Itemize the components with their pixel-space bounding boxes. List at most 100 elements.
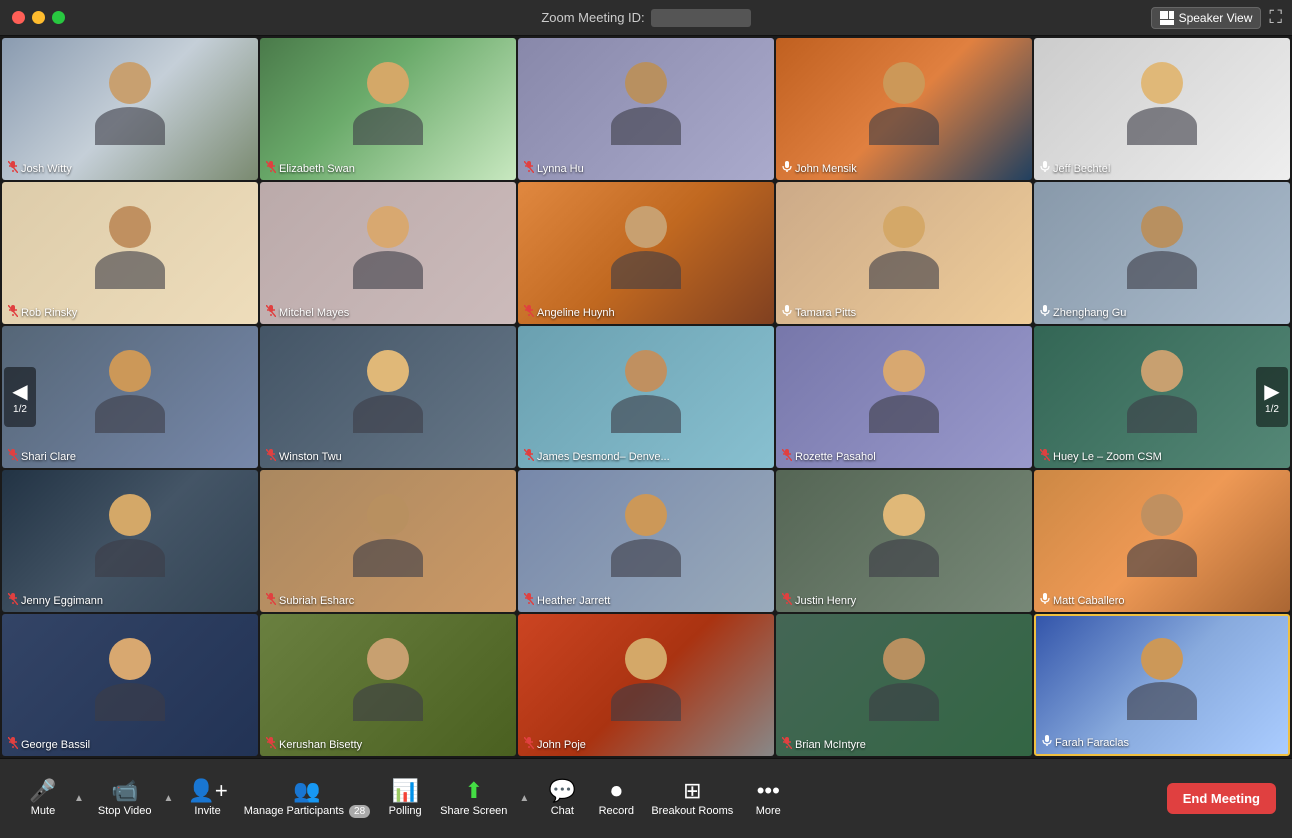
manage-participants-label: Manage Participants 28 [244, 805, 370, 817]
share-screen-button[interactable]: ⬆ Share Screen [432, 774, 515, 823]
mic-icon-25 [1042, 735, 1052, 750]
mic-icon-1 [8, 161, 18, 176]
silhouette-5 [1034, 38, 1290, 180]
record-label: Record [599, 805, 634, 817]
participant-tile-21[interactable]: George Bassil [2, 614, 258, 756]
polling-button[interactable]: 📊 Polling [378, 774, 432, 823]
video-grid: ◀ 1/2 ▶ 1/2 Josh WittyElizabeth SwanLynn… [0, 36, 1292, 758]
participant-tile-9[interactable]: Tamara Pitts [776, 182, 1032, 324]
participant-tile-11[interactable]: Shari Clare [2, 326, 258, 468]
mic-icon-20 [1040, 593, 1050, 608]
silhouette-20 [1034, 470, 1290, 612]
participant-tile-1[interactable]: Josh Witty [2, 38, 258, 180]
titlebar: Zoom Meeting ID: Speaker View ⛶ [0, 0, 1292, 36]
participant-tile-4[interactable]: John Mensik [776, 38, 1032, 180]
silhouette-23 [518, 614, 774, 756]
participant-tile-22[interactable]: Kerushan Bisetty [260, 614, 516, 756]
participant-tile-25[interactable]: Farah Faraclas [1034, 614, 1290, 756]
share-screen-group: ⬆ Share Screen ▲ [432, 774, 531, 823]
mute-caret[interactable]: ▲ [72, 787, 86, 810]
participant-tile-7[interactable]: Mitchel Mayes [260, 182, 516, 324]
chat-button[interactable]: 💬 Chat [535, 774, 589, 823]
participant-tile-14[interactable]: Rozette Pasahol [776, 326, 1032, 468]
participant-name-9: Tamara Pitts [782, 305, 856, 320]
next-page-button[interactable]: ▶ 1/2 [1256, 367, 1288, 427]
participant-name-24: Brian McIntyre [782, 737, 866, 752]
speaker-view-button[interactable]: Speaker View [1151, 7, 1262, 29]
silhouette-25 [1036, 616, 1288, 754]
stop-video-group: 📹 Stop Video ▲ [90, 774, 176, 823]
stop-video-label: Stop Video [98, 805, 152, 817]
mute-icon: 🎤 [29, 780, 56, 802]
more-button[interactable]: ••• More [741, 774, 795, 823]
record-button[interactable]: ⏺ Record [589, 774, 643, 823]
participant-tile-19[interactable]: Justin Henry [776, 470, 1032, 612]
mute-button[interactable]: 🎤 Mute [16, 774, 70, 823]
minimize-button[interactable] [32, 11, 45, 24]
participant-tile-8[interactable]: Angeline Huynh [518, 182, 774, 324]
participant-tile-18[interactable]: Heather Jarrett [518, 470, 774, 612]
breakout-rooms-label: Breakout Rooms [651, 805, 733, 817]
mute-label: Mute [31, 805, 55, 817]
silhouette-14 [776, 326, 1032, 468]
participant-tile-17[interactable]: Subriah Esharc [260, 470, 516, 612]
participant-name-20: Matt Caballero [1040, 593, 1125, 608]
participant-tile-20[interactable]: Matt Caballero [1034, 470, 1290, 612]
end-meeting-label: End Meeting [1183, 791, 1260, 806]
breakout-rooms-button[interactable]: ⊞ Breakout Rooms [643, 774, 741, 823]
mic-icon-5 [1040, 161, 1050, 176]
close-button[interactable] [12, 11, 25, 24]
mic-icon-4 [782, 161, 792, 176]
participant-tile-24[interactable]: Brian McIntyre [776, 614, 1032, 756]
participant-name-17: Subriah Esharc [266, 593, 354, 608]
maximize-button[interactable] [52, 11, 65, 24]
breakout-rooms-icon: ⊞ [683, 780, 701, 802]
silhouette-15 [1034, 326, 1290, 468]
page-indicator-left: 1/2 [13, 404, 27, 415]
share-screen-caret[interactable]: ▲ [517, 787, 531, 810]
silhouette-4 [776, 38, 1032, 180]
stop-video-button[interactable]: 📹 Stop Video [90, 774, 160, 823]
mic-icon-11 [8, 449, 18, 464]
invite-button[interactable]: 👤+ Invite [179, 774, 235, 823]
invite-icon: 👤+ [187, 780, 227, 802]
participant-name-18: Heather Jarrett [524, 593, 610, 608]
silhouette-7 [260, 182, 516, 324]
mic-icon-15 [1040, 449, 1050, 464]
participant-tile-12[interactable]: Winston Twu [260, 326, 516, 468]
mic-icon-12 [266, 449, 276, 464]
mic-icon-3 [524, 161, 534, 176]
manage-participants-button[interactable]: 👥 Manage Participants 28 [236, 774, 378, 823]
participant-name-12: Winston Twu [266, 449, 342, 464]
participant-tile-15[interactable]: Huey Le – Zoom CSM [1034, 326, 1290, 468]
mic-icon-19 [782, 593, 792, 608]
participant-tile-13[interactable]: James Desmond– Denve... [518, 326, 774, 468]
fullscreen-button[interactable]: ⛶ [1269, 7, 1282, 28]
video-caret[interactable]: ▲ [162, 787, 176, 810]
silhouette-8 [518, 182, 774, 324]
chat-label: Chat [551, 805, 574, 817]
participant-tile-5[interactable]: Jeff Bechtel [1034, 38, 1290, 180]
left-arrow-icon: ◀ [12, 379, 27, 404]
participant-name-25: Farah Faraclas [1042, 735, 1129, 750]
mic-icon-8 [524, 305, 534, 320]
participant-tile-16[interactable]: Jenny Eggimann [2, 470, 258, 612]
share-screen-label: Share Screen [440, 805, 507, 817]
participant-tile-3[interactable]: Lynna Hu [518, 38, 774, 180]
participant-name-19: Justin Henry [782, 593, 856, 608]
polling-label: Polling [389, 805, 422, 817]
mic-icon-21 [8, 737, 18, 752]
participant-tile-2[interactable]: Elizabeth Swan [260, 38, 516, 180]
mic-icon-7 [266, 305, 276, 320]
silhouette-6 [2, 182, 258, 324]
participant-name-7: Mitchel Mayes [266, 305, 349, 320]
participant-tile-6[interactable]: Rob Rinsky [2, 182, 258, 324]
participant-tile-10[interactable]: Zhenghang Gu [1034, 182, 1290, 324]
prev-page-button[interactable]: ◀ 1/2 [4, 367, 36, 427]
silhouette-19 [776, 470, 1032, 612]
participant-tile-23[interactable]: John Poje [518, 614, 774, 756]
end-meeting-button[interactable]: End Meeting [1167, 783, 1276, 814]
participant-name-13: James Desmond– Denve... [524, 449, 670, 464]
silhouette-13 [518, 326, 774, 468]
silhouette-21 [2, 614, 258, 756]
